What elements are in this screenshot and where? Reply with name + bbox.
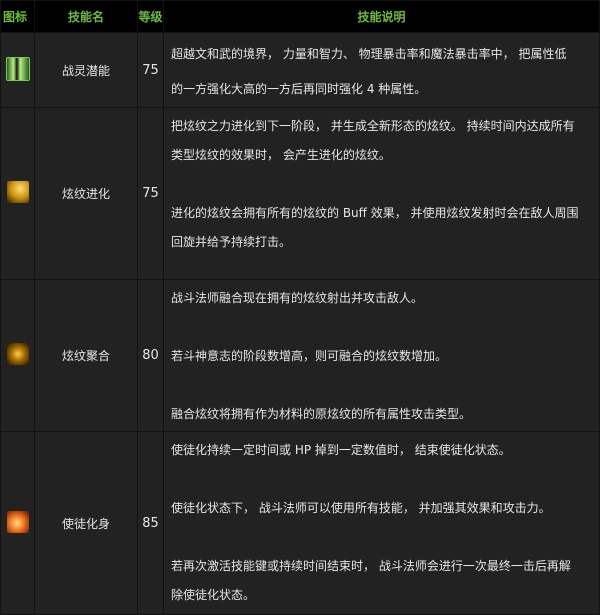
header-level: 等级 <box>137 0 164 33</box>
skill-name: 炫纹聚合 <box>34 279 138 432</box>
header-desc: 技能说明 <box>163 0 600 33</box>
table-row: 炫纹进化 75 把炫纹之力进化到下一阶段， 并生成全新形态的炫纹。 持续时间内达… <box>0 107 600 280</box>
description-line: 除使徒化状态。 <box>171 588 256 602</box>
skill-description: 战斗法师融合现在拥有的炫纹射出并攻击敌人。若斗神意志的阶段数增高，则可融合的炫纹… <box>163 279 600 432</box>
skill-name: 炫纹进化 <box>34 107 138 280</box>
description-line <box>171 313 599 342</box>
description-line <box>171 465 599 494</box>
header-icon: 图标 <box>0 0 35 33</box>
skill-name: 使徒化身 <box>34 431 138 615</box>
description-line: 若再次激活技能键或持续时间结束时， 战斗法师会进行一次最终一击后再解 <box>171 559 571 573</box>
pattern-fusion-icon <box>6 343 29 365</box>
skill-name: 战灵潜能 <box>34 32 138 108</box>
description-line: 超越文和武的境界， 力量和智力、 物理暴击率和魔法暴击率中， 把属性低 <box>171 47 567 61</box>
skill-description: 使徒化持续一定时间或 HP 掉到一定数值时， 结束使徒化状态。使徒化状态下， 战… <box>163 431 600 615</box>
description-line: 融合炫纹将拥有作为材料的原炫纹的所有属性攻击类型。 <box>171 407 472 421</box>
skill-level: 75 <box>137 32 164 108</box>
pattern-evolution-icon <box>6 181 29 203</box>
table-row: 炫纹聚合 80 战斗法师融合现在拥有的炫纹射出并攻击敌人。若斗神意志的阶段数增高… <box>0 279 600 432</box>
icon-cell <box>0 431 35 615</box>
header-name: 技能名 <box>34 0 138 33</box>
spirit-silhouette-icon <box>5 56 30 81</box>
skill-level: 75 <box>137 107 164 280</box>
description-line: 战斗法师融合现在拥有的炫纹射出并攻击敌人。 <box>171 291 424 305</box>
description-line <box>171 523 599 552</box>
description-line: 使徒化持续一定时间或 HP 掉到一定数值时， 结束使徒化状态。 <box>171 443 511 457</box>
skill-description: 把炫纹之力进化到下一阶段， 并生成全新形态的炫纹。 持续时间内达成所有 类型炫纹的… <box>163 107 600 280</box>
description-line: 把炫纹之力进化到下一阶段， 并生成全新形态的炫纹。 持续时间内达成所有 <box>171 119 575 133</box>
description-line <box>171 371 599 400</box>
description-line: 使徒化状态下， 战斗法师可以使用所有技能， 并加强其效果和攻击力。 <box>171 501 551 515</box>
skill-level: 85 <box>137 431 164 615</box>
description-line: 若斗神意志的阶段数增高，则可融合的炫纹数增加。 <box>171 349 448 363</box>
description-line: 回旋并给予持续打击。 <box>171 235 292 249</box>
skill-table: 图标 技能名 等级 技能说明 战灵潜能 75 超越文和武的境界， 力量和智力、 … <box>0 0 600 615</box>
table-row: 使徒化身 85 使徒化持续一定时间或 HP 掉到一定数值时， 结束使徒化状态。使… <box>0 431 600 615</box>
skill-level: 80 <box>137 279 164 432</box>
icon-cell <box>0 107 35 280</box>
description-line: 进化的炫纹会拥有所有的炫纹的 Buff 效果， 并使用炫纹发射时会在敌人周围 <box>171 206 579 220</box>
table-row: 战灵潜能 75 超越文和武的境界， 力量和智力、 物理暴击率和魔法暴击率中， 把… <box>0 32 600 108</box>
description-line: 的一方强化大高的一方后再同时强化 4 种属性。 <box>171 82 427 96</box>
description-line <box>171 170 599 199</box>
apostle-form-icon <box>6 510 29 533</box>
skill-description: 超越文和武的境界， 力量和智力、 物理暴击率和魔法暴击率中， 把属性低 的一方强化… <box>163 32 600 108</box>
header-row: 图标 技能名 等级 技能说明 <box>0 0 600 33</box>
icon-cell <box>0 279 35 432</box>
icon-cell <box>0 32 35 108</box>
description-line: 类型炫纹的效果时， 会产生进化的炫纹。 <box>171 148 391 162</box>
